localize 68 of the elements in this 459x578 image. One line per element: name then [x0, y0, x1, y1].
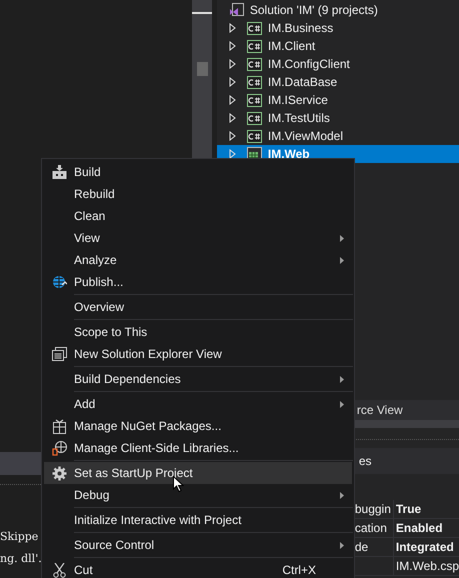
solution-label[interactable]: Solution 'IM' (9 projects)	[250, 1, 378, 19]
menu-item[interactable]: Publish...	[44, 271, 352, 293]
submenu-arrow-icon	[340, 256, 344, 264]
csharp-project-icon	[246, 40, 262, 52]
panel-tab[interactable]: rce View	[356, 401, 403, 419]
menu-item[interactable]: Initialize Interactive with Project	[44, 509, 352, 531]
menu-item[interactable]: Analyze	[44, 249, 352, 271]
project-row[interactable]: IM.Client	[216, 37, 459, 55]
project-label: IM.TestUtils	[268, 110, 330, 127]
globe-icon	[52, 275, 66, 289]
submenu-arrow-icon	[340, 492, 344, 498]
gear-icon	[52, 466, 66, 480]
build-icon	[52, 165, 66, 179]
output-line: ng. dll'.	[0, 551, 42, 567]
submenu-arrow-icon	[340, 376, 344, 382]
project-label: IM.Business	[268, 20, 334, 37]
library-globe-icon	[52, 440, 66, 456]
project-label: IM.Client	[268, 38, 316, 55]
solution-icon	[228, 3, 244, 17]
output-line: Skippe	[0, 529, 38, 545]
property-name: de	[354, 539, 368, 556]
explorer-window-icon	[52, 347, 66, 361]
property-value[interactable]: Integrated	[394, 538, 454, 556]
menu-item[interactable]: Scope to This	[44, 321, 352, 343]
menu-item[interactable]: Overview	[44, 296, 352, 318]
csharp-project-icon	[246, 94, 262, 106]
project-row[interactable]: IM.TestUtils	[216, 109, 459, 127]
gift-package-icon	[52, 418, 66, 434]
property-name: buggin	[354, 501, 391, 518]
csharp-project-icon	[246, 112, 262, 124]
project-label: IM.IService	[268, 92, 328, 109]
csharp-project-icon	[246, 76, 262, 88]
project-row[interactable]: IM.Business	[216, 19, 459, 37]
project-row[interactable]: IM.DataBase	[216, 73, 459, 91]
menu-item[interactable]: New Solution Explorer View	[44, 343, 352, 365]
menu-item[interactable]: Add	[44, 393, 352, 415]
property-value[interactable]: Enabled	[394, 519, 443, 537]
menu-item[interactable]: Build	[44, 161, 352, 183]
project-row[interactable]: IM.ViewModel	[216, 127, 459, 145]
menu-item[interactable]: Debug	[44, 484, 352, 506]
submenu-arrow-icon	[340, 234, 344, 242]
scissors-icon	[52, 562, 66, 578]
menu-item[interactable]: Set as StartUp Project	[44, 462, 352, 484]
project-row[interactable]: IM.IService	[216, 91, 459, 109]
menu-item[interactable]: Source Control	[44, 534, 352, 556]
project-label: IM.DataBase	[268, 74, 338, 91]
menu-item[interactable]: Manage Client-Side Libraries...	[44, 437, 352, 459]
csharp-project-icon	[246, 58, 262, 70]
csharp-project-icon	[246, 130, 262, 142]
menu-item[interactable]: View	[44, 227, 352, 249]
property-name: cation	[354, 520, 387, 537]
submenu-arrow-icon	[340, 542, 344, 548]
menu-item[interactable]: Rebuild	[44, 183, 352, 205]
project-label: IM.Web	[268, 146, 310, 163]
menu-item[interactable]: Manage NuGet Packages...	[44, 415, 352, 437]
csharp-project-icon	[246, 22, 262, 34]
shortcut-label: Ctrl+X	[282, 562, 316, 578]
menu-item[interactable]: Build Dependencies	[44, 368, 352, 390]
property-value[interactable]: IM.Web.csp	[394, 557, 459, 575]
property-value[interactable]: True	[394, 500, 422, 518]
menu-item[interactable]: Clean	[44, 205, 352, 227]
submenu-arrow-icon	[340, 400, 344, 408]
menu-item[interactable]: Cut Ctrl+X	[44, 559, 352, 578]
project-row[interactable]: IM.ConfigClient	[216, 55, 459, 73]
properties-title: es	[358, 453, 372, 470]
scrollbar-thumb[interactable]	[196, 62, 208, 76]
project-label: IM.ConfigClient	[268, 56, 350, 73]
project-label: IM.ViewModel	[268, 128, 343, 145]
